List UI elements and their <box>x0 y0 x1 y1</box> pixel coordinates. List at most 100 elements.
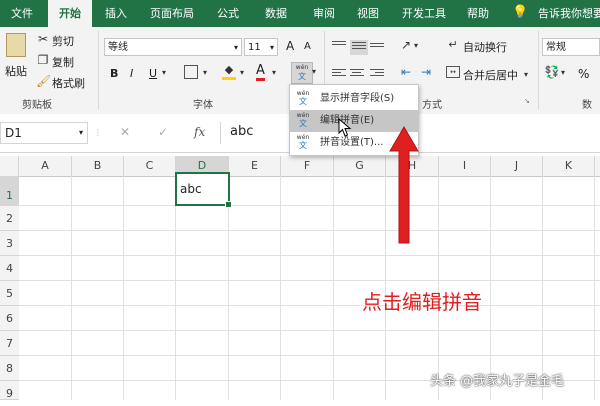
chevron-down-icon: ▾ <box>312 67 317 76</box>
clipboard-icon <box>6 33 26 57</box>
column-header[interactable]: F <box>281 156 334 176</box>
grid-line <box>71 176 72 400</box>
borders-icon[interactable] <box>184 65 198 79</box>
chevron-down-icon: ▾ <box>233 43 238 52</box>
wrap-text-button[interactable]: 自动换行 <box>463 39 507 55</box>
row-header-selected[interactable]: 1 <box>0 176 19 206</box>
chevron-down-icon: ▾ <box>272 68 277 77</box>
cut-button[interactable]: 剪切 <box>52 33 74 49</box>
more-options-icon: ⋮ <box>94 128 102 137</box>
confirm-entry-icon[interactable]: ✓ <box>158 125 168 139</box>
mouse-cursor-icon <box>338 118 352 137</box>
fill-color-icon[interactable]: ◆ <box>222 63 236 80</box>
align-bottom-icon[interactable] <box>370 43 384 54</box>
row-header[interactable]: 4 <box>0 256 19 281</box>
tab-page-layout[interactable]: 页面布局 <box>140 0 204 27</box>
grid-line <box>594 176 595 400</box>
tab-formulas[interactable]: 公式 <box>208 0 248 27</box>
phonetic-icon: wén 文 <box>295 112 311 130</box>
tab-developer[interactable]: 开发工具 <box>394 0 454 27</box>
align-top-icon[interactable] <box>332 41 346 52</box>
tell-me-search[interactable]: 告诉我你想要 <box>538 0 600 27</box>
column-header[interactable]: A <box>19 156 72 176</box>
menu-bar: 文件 开始 插入 页面布局 公式 数据 审阅 视图 开发工具 帮助 💡 告诉我你… <box>0 0 600 27</box>
scissors-icon: ✂ <box>37 32 49 46</box>
phonetic-icon-bottom: 文 <box>298 72 306 81</box>
align-center-icon[interactable] <box>350 69 364 80</box>
column-header[interactable]: G <box>334 156 386 176</box>
column-header[interactable]: I <box>439 156 491 176</box>
copy-button[interactable]: 复制 <box>52 54 74 70</box>
tab-help[interactable]: 帮助 <box>458 0 498 27</box>
name-box[interactable]: D1 ▾ <box>0 122 88 144</box>
row-header[interactable]: 6 <box>0 306 19 331</box>
column-header[interactable]: K <box>543 156 595 176</box>
paste-button[interactable]: 粘贴 <box>5 63 27 79</box>
increase-indent-icon[interactable]: ⇥ <box>418 65 434 79</box>
bold-button[interactable]: B <box>110 67 118 80</box>
grid-line <box>490 176 491 400</box>
phonetic-icon: wén 文 <box>295 90 311 108</box>
cancel-entry-icon[interactable]: ✕ <box>120 125 130 139</box>
font-size-select[interactable]: 11 ▾ <box>244 38 278 56</box>
phonetic-icon-bottom: 文 <box>299 97 307 106</box>
dialog-launcher-icon[interactable]: ↘ <box>524 97 530 105</box>
separator <box>538 31 539 109</box>
decrease-indent-icon[interactable]: ⇤ <box>398 65 414 79</box>
row-header[interactable]: 5 <box>0 281 19 306</box>
row-header[interactable]: 3 <box>0 231 19 256</box>
phonetic-icon-top: wén <box>296 90 310 97</box>
annotation-arrow-icon <box>389 126 419 244</box>
row-header[interactable]: 7 <box>0 331 19 356</box>
phonetic-guide-button[interactable]: wén 文 <box>291 62 313 84</box>
column-headers: A B C D E F G H I J K <box>0 156 600 177</box>
percent-button[interactable]: % <box>578 67 589 81</box>
grid-line <box>19 305 600 306</box>
merge-center-icon: ↔ <box>446 66 460 78</box>
grid-line <box>19 355 600 356</box>
select-all-corner[interactable] <box>0 156 19 176</box>
font-color-button[interactable]: A <box>256 64 265 81</box>
active-cell-d1[interactable]: abc <box>175 172 232 208</box>
font-name-value: 等线 <box>108 42 128 53</box>
row-header[interactable]: 2 <box>0 206 19 231</box>
row-header[interactable]: 8 <box>0 356 19 381</box>
grid-line <box>542 176 543 400</box>
tab-data[interactable]: 数据 <box>254 0 298 27</box>
tab-insert[interactable]: 插入 <box>96 0 136 27</box>
font-name-select[interactable]: 等线 ▾ <box>104 38 242 56</box>
number-format-select[interactable]: 常规 <box>542 38 600 56</box>
align-left-icon[interactable] <box>332 69 346 80</box>
menu-item-show-phonetic[interactable]: wén 文 显示拼音字段(S) <box>290 88 418 110</box>
phonetic-icon-bottom: 文 <box>299 141 307 150</box>
cell-value: abc <box>180 182 202 196</box>
row-header[interactable]: 9 <box>0 381 19 400</box>
format-painter-button[interactable]: 格式刷 <box>52 75 85 91</box>
align-right-icon[interactable] <box>370 69 384 80</box>
tab-file[interactable]: 文件 <box>0 0 44 27</box>
chevron-down-icon: ▾ <box>561 68 566 77</box>
shrink-font-button[interactable]: A <box>304 41 311 52</box>
tab-home[interactable]: 开始 <box>48 0 92 27</box>
column-header[interactable]: B <box>72 156 124 176</box>
chevron-down-icon: ▾ <box>240 68 245 77</box>
copy-icon: ❐ <box>37 53 49 67</box>
orientation-icon[interactable]: ↗ <box>398 38 414 52</box>
italic-button[interactable]: I <box>130 67 133 80</box>
insert-function-button[interactable]: fx <box>194 125 205 139</box>
column-header[interactable]: J <box>491 156 543 176</box>
column-header[interactable]: E <box>229 156 281 176</box>
formula-input[interactable]: abc <box>230 124 253 139</box>
tab-view[interactable]: 视图 <box>348 0 388 27</box>
tab-review[interactable]: 审阅 <box>304 0 344 27</box>
watermark: 头条 @我家丸子是金毛 <box>430 374 565 389</box>
underline-button[interactable]: U <box>149 67 157 80</box>
grid-line <box>123 176 124 400</box>
grow-font-button[interactable]: A <box>286 39 294 53</box>
merge-center-button[interactable]: 合并后居中 <box>463 67 518 83</box>
column-header[interactable]: C <box>124 156 176 176</box>
fill-handle[interactable] <box>225 201 232 208</box>
align-middle-icon[interactable] <box>350 40 368 55</box>
clipboard-group-label: 剪贴板 <box>22 100 52 111</box>
currency-icon[interactable]: 💱 <box>544 65 560 79</box>
